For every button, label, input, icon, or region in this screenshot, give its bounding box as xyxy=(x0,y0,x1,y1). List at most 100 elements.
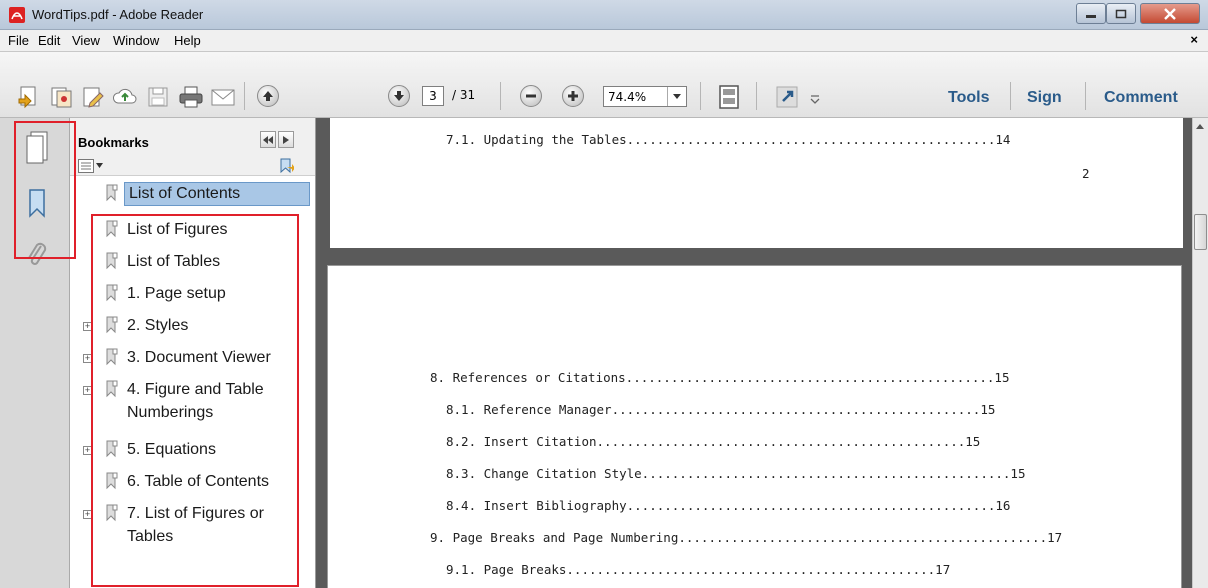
maximize-button[interactable] xyxy=(1106,3,1136,24)
toc-entry[interactable]: 9. Page Breaks and Page Numbering.......… xyxy=(430,530,1062,545)
navigation-pane-strip xyxy=(0,118,70,588)
tools-button[interactable]: Tools xyxy=(948,89,989,107)
bookmark-table-of-contents[interactable]: 6. Table of Contents xyxy=(70,468,315,498)
bookmark-label-line2: Numberings xyxy=(127,404,214,421)
menu-window[interactable]: Window xyxy=(113,33,159,48)
options-list-icon xyxy=(78,159,94,173)
previous-page-button[interactable] xyxy=(257,85,279,107)
bookmarks-panel-button[interactable] xyxy=(12,178,62,228)
create-pdf-button[interactable] xyxy=(16,84,42,110)
page-thumbnails-button[interactable] xyxy=(12,122,62,172)
bookmark-icon xyxy=(106,504,118,522)
email-button[interactable] xyxy=(210,84,236,110)
expand-toggle[interactable]: + xyxy=(83,386,92,395)
full-screen-button[interactable] xyxy=(774,84,800,110)
paperclip-icon xyxy=(28,242,47,265)
document-page: 7.1. Updating the Tables................… xyxy=(330,118,1183,248)
bookmark-list-of-contents[interactable]: List of Contents xyxy=(70,180,315,210)
save-button[interactable] xyxy=(145,84,171,110)
expand-toggle[interactable]: + xyxy=(83,322,92,331)
attachments-button[interactable] xyxy=(12,230,62,280)
page-number-input[interactable]: 3 xyxy=(422,86,444,106)
plus-icon xyxy=(568,91,578,101)
page-thumbnails-icon xyxy=(26,131,48,164)
bookmark-icon xyxy=(106,440,118,458)
chevron-down-icon xyxy=(810,95,820,104)
upload-cloud-button[interactable] xyxy=(112,84,138,110)
zoom-in-button[interactable] xyxy=(562,85,584,107)
bookmark-icon xyxy=(106,380,118,398)
scroll-thumb[interactable] xyxy=(1194,214,1207,250)
edit-pdf-button[interactable] xyxy=(80,84,106,110)
zoom-select[interactable]: 74.4% xyxy=(603,86,687,107)
document-viewer[interactable]: 7.1. Updating the Tables................… xyxy=(316,118,1192,588)
toc-entry[interactable]: 8.3. Change Citation Style..............… xyxy=(446,466,1025,481)
bookmarks-title: Bookmarks xyxy=(78,135,149,150)
expand-toggle[interactable]: + xyxy=(83,354,92,363)
comment-button[interactable]: Comment xyxy=(1104,89,1178,107)
toc-entry[interactable]: 8.2. Insert Citation....................… xyxy=(446,434,980,449)
toc-entry[interactable]: 8.4. Insert Bibliography................… xyxy=(446,498,1010,513)
bookmark-page-setup[interactable]: 1. Page setup xyxy=(70,280,315,310)
bookmark-label: List of Figures xyxy=(127,221,228,238)
bookmark-list-of-tables[interactable]: List of Tables xyxy=(70,248,315,278)
bookmark-equations[interactable]: + 5. Equations xyxy=(70,436,315,466)
minimize-button[interactable] xyxy=(1076,3,1106,24)
bookmark-label: 3. Document Viewer xyxy=(127,349,271,366)
toc-entry[interactable]: 8. References or Citations..............… xyxy=(430,370,1009,385)
toc-entry[interactable]: 8.1. Reference Manager..................… xyxy=(446,402,995,417)
bookmark-list-of-figures-or-tables[interactable]: + 7. List of Figures or Tables xyxy=(70,500,315,556)
bookmark-label: 2. Styles xyxy=(127,317,189,334)
menu-view[interactable]: View xyxy=(72,33,100,48)
bookmark-label: List of Contents xyxy=(124,182,310,206)
fit-page-button[interactable] xyxy=(716,84,742,110)
bookmark-icon xyxy=(106,472,118,490)
bookmark-icon xyxy=(106,252,118,270)
expand-panel-button[interactable] xyxy=(278,131,294,148)
find-bookmark-icon[interactable] xyxy=(278,158,294,174)
close-window-button[interactable] xyxy=(1140,3,1200,24)
arrow-up-icon xyxy=(263,91,273,101)
double-chevron-left-icon xyxy=(263,135,273,144)
title-bar: WordTips.pdf - Adobe Reader xyxy=(0,0,1208,30)
bookmark-figure-table-numberings[interactable]: + 4. Figure and Table Numberings xyxy=(70,376,315,432)
menu-file[interactable]: File xyxy=(8,33,29,48)
chevron-down-icon[interactable] xyxy=(667,87,686,106)
panel-collapse-controls xyxy=(260,131,296,149)
expand-icon xyxy=(776,86,798,108)
zoom-out-button[interactable] xyxy=(520,85,542,107)
bookmark-list-of-figures[interactable]: List of Figures xyxy=(70,216,315,246)
bookmark-icon xyxy=(106,348,118,366)
create-pdf-icon xyxy=(18,86,36,109)
page-total: / 31 xyxy=(452,88,476,102)
expand-toggle[interactable]: + xyxy=(83,446,92,455)
combine-files-icon xyxy=(51,87,72,108)
bookmark-options-button[interactable] xyxy=(78,158,104,174)
bookmark-label: 4. Figure and Table xyxy=(127,381,264,398)
cloud-upload-icon xyxy=(112,88,137,104)
chevron-down-icon xyxy=(96,163,103,168)
expand-toggle[interactable]: + xyxy=(83,510,92,519)
collapse-panel-button[interactable] xyxy=(260,131,276,148)
document-page: 8. References or Citations..............… xyxy=(327,265,1182,588)
next-page-button[interactable] xyxy=(388,85,410,107)
vertical-scrollbar[interactable] xyxy=(1192,118,1208,588)
menu-help[interactable]: Help xyxy=(174,33,201,48)
close-icon xyxy=(1164,7,1176,20)
sign-button[interactable]: Sign xyxy=(1027,89,1062,107)
bookmark-label: 5. Equations xyxy=(127,441,216,458)
toc-entry[interactable]: 7.1. Updating the Tables................… xyxy=(446,132,1010,147)
bookmark-icon xyxy=(106,284,118,302)
maximize-icon xyxy=(1115,9,1127,18)
toolbar-more-button[interactable] xyxy=(808,86,822,112)
close-document-button[interactable]: × xyxy=(1190,32,1198,47)
bookmark-label: 7. List of Figures or xyxy=(127,505,264,522)
print-button[interactable] xyxy=(178,84,204,110)
scroll-up-arrow-icon[interactable] xyxy=(1196,124,1204,129)
toc-entry[interactable]: 9.1. Page Breaks........................… xyxy=(446,562,950,577)
bookmark-document-viewer[interactable]: + 3. Document Viewer xyxy=(70,344,315,374)
menu-edit[interactable]: Edit xyxy=(38,33,60,48)
bookmark-styles[interactable]: + 2. Styles xyxy=(70,312,315,342)
bookmarks-panel: Bookmarks List of Contents List of Figur… xyxy=(70,118,316,588)
combine-files-button[interactable] xyxy=(48,84,74,110)
